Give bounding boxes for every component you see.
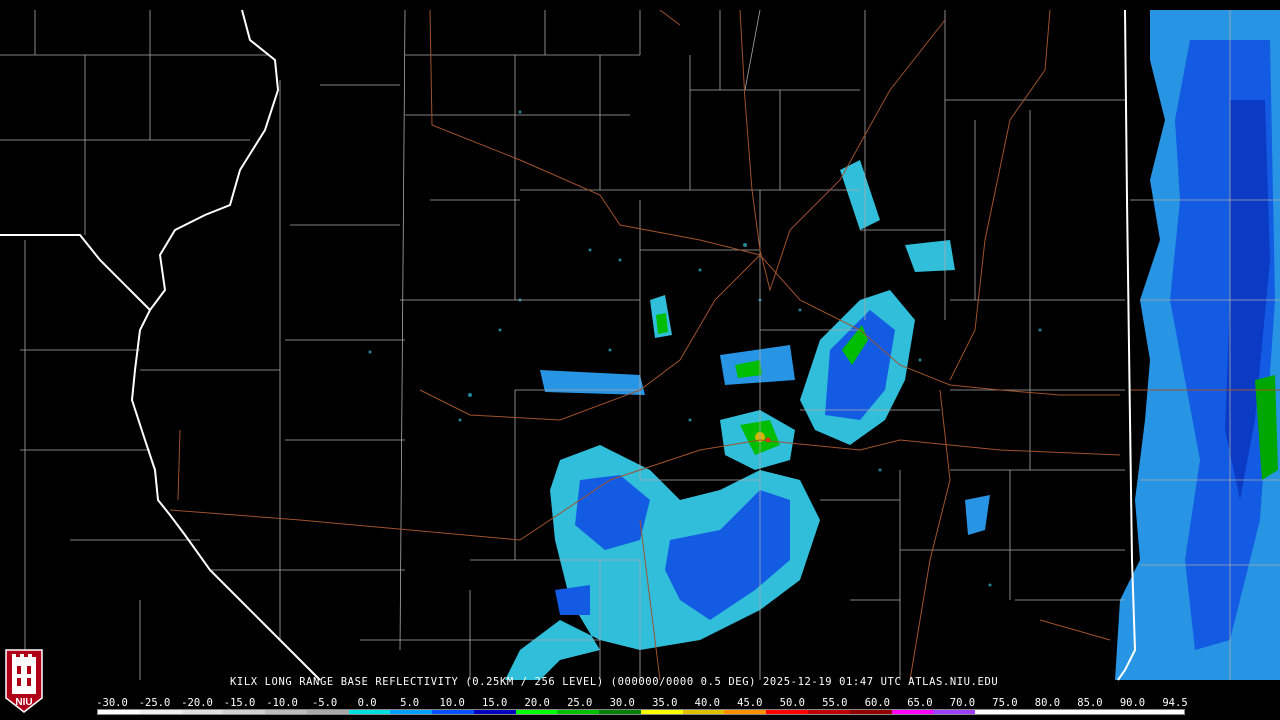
scale-label: 0.0: [357, 697, 377, 709]
colorbar-segment: [808, 710, 850, 714]
scale-label: 40.0: [694, 697, 720, 709]
scale-label: 5.0: [400, 697, 420, 709]
caption-text: KILX LONG RANGE BASE REFLECTIVITY (0.25K…: [230, 676, 999, 688]
colorbar-segment: [766, 710, 809, 714]
colorbar-segment: [933, 710, 976, 714]
radar-map: [0, 0, 1280, 720]
scale-label: -30.0: [96, 697, 128, 709]
scale-label: -10.0: [266, 697, 298, 709]
colorbar-segment: [265, 710, 307, 714]
logo-text: NIU: [15, 697, 32, 708]
scale-label: -25.0: [138, 697, 171, 709]
colorbar-segment: [975, 710, 1017, 714]
scale-label: 94.5: [1162, 697, 1188, 709]
colorbar-segment: [682, 710, 725, 714]
colorbar-segment: [306, 710, 349, 714]
scale-label: 75.0: [992, 697, 1018, 709]
scale-label: 15.0: [482, 697, 508, 709]
scale-label: 70.0: [949, 697, 976, 709]
scale-label: -15.0: [223, 697, 256, 709]
colorbar-segment: [640, 710, 683, 714]
colorbar-segment: [1100, 710, 1143, 714]
scale-label: 10.0: [439, 697, 465, 709]
scale-label: 30.0: [609, 697, 635, 709]
scale-label: 80.0: [1034, 697, 1061, 709]
scale-label: 35.0: [652, 697, 678, 709]
colorbar-segment: [473, 710, 516, 714]
scale-label: 65.0: [907, 697, 933, 709]
colorbar-segment: [1058, 710, 1101, 714]
scale-label: -20.0: [181, 697, 213, 709]
scale-label: -5.0: [311, 697, 338, 709]
colorbar-segment: [849, 710, 892, 714]
scale-label: 90.0: [1119, 697, 1146, 709]
scale-label: 85.0: [1077, 697, 1103, 709]
niu-tower-logo-icon: NIU: [5, 649, 43, 713]
scale-label: 50.0: [779, 697, 805, 709]
colorbar-segment: [724, 710, 767, 714]
colorbar-segment: [223, 710, 266, 714]
scale-label: 55.0: [822, 697, 848, 709]
colorbar-segment: [181, 710, 224, 714]
colorbar-segment: [139, 710, 182, 714]
colorbar-segment: [98, 710, 140, 714]
colorbar-segment: [1016, 710, 1059, 714]
scale-label: 60.0: [864, 697, 891, 709]
scale-label: 20.0: [524, 697, 550, 709]
colorbar-segment: [390, 710, 433, 714]
reflectivity-scale-labels: -30.0 -25.0 -20.0 -15.0 -10.0 -5.0 0.0 5.0 10.0 1…: [0, 697, 1280, 709]
reflectivity-colorbar: [97, 709, 1185, 715]
scale-label: 45.0: [737, 697, 763, 709]
colorbar-segment: [557, 710, 600, 714]
colorbar-segment: [1142, 710, 1184, 714]
colorbar-segment: [515, 710, 558, 714]
colorbar-segment: [348, 710, 391, 714]
colorbar-segment: [891, 710, 934, 714]
colorbar-segment: [432, 710, 474, 714]
colorbar-segment: [599, 710, 641, 714]
scale-label: 25.0: [567, 697, 593, 709]
